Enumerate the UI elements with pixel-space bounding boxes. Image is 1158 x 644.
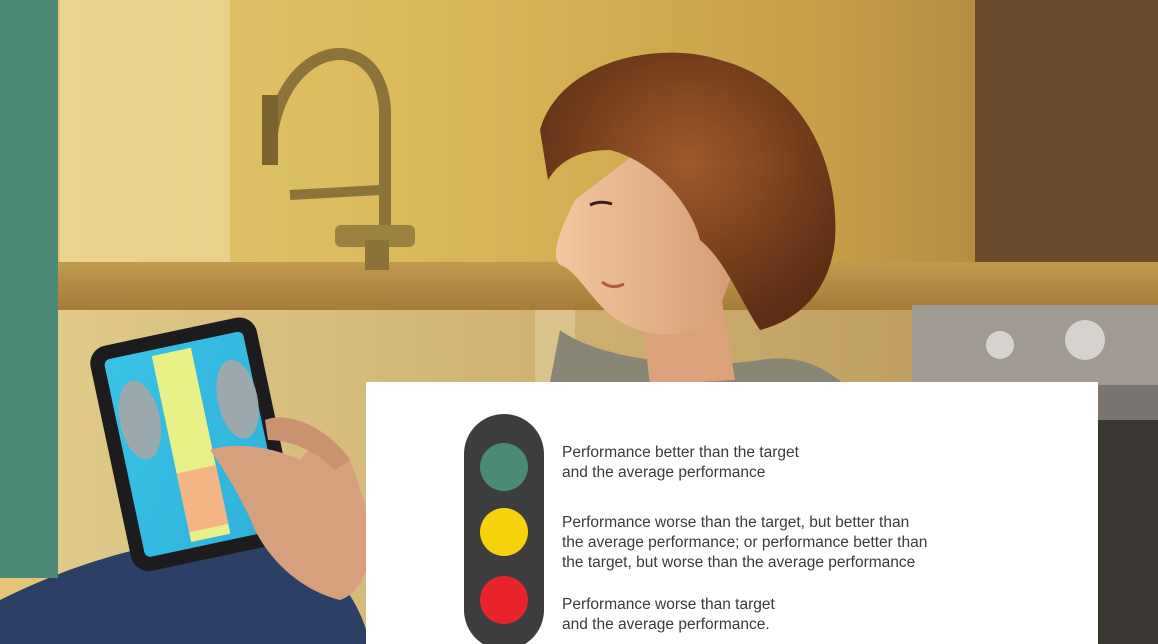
legend-panel: Performance better than the target and t…	[366, 382, 1098, 644]
yellow-light-icon	[480, 508, 528, 556]
slide: Performance better than the target and t…	[0, 0, 1158, 644]
legend-item-red: Performance worse than target and the av…	[562, 595, 775, 635]
legend-line: Performance worse than target	[562, 596, 775, 613]
legend-line: and the average performance.	[562, 616, 770, 633]
traffic-light-icon	[464, 414, 544, 644]
legend-line: Performance worse than the target, but b…	[562, 514, 910, 531]
legend-line: and the average performance	[562, 464, 766, 481]
legend-item-yellow: Performance worse than the target, but b…	[562, 513, 927, 573]
green-light-icon	[480, 443, 528, 491]
legend-line: the average performance; or performance …	[562, 534, 928, 551]
accent-bar	[0, 0, 58, 578]
red-light-icon	[480, 576, 528, 624]
legend-line: Performance better than the target	[562, 444, 799, 461]
legend-line: the target, but worse than the average p…	[562, 554, 916, 571]
legend-item-green: Performance better than the target and t…	[562, 443, 799, 483]
